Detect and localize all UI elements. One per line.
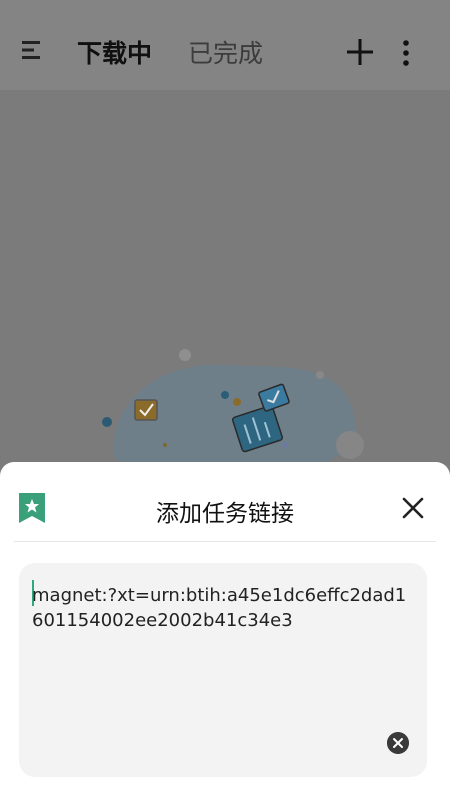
sheet-title: 添加任务链接 (156, 501, 294, 527)
task-link-value: magnet:?xt=urn:btih:a45e1dc6effc2dad1601… (32, 585, 407, 631)
close-icon[interactable] (402, 497, 424, 519)
task-link-input[interactable]: magnet:?xt=urn:btih:a45e1dc6effc2dad1601… (19, 563, 427, 777)
tab-completed[interactable]: 已完成 (188, 34, 263, 70)
empty-download-illustration (102, 349, 364, 480)
app-bar: 下载中 已完成 (0, 0, 450, 90)
plus-icon[interactable] (346, 38, 374, 66)
more-vert-icon[interactable] (400, 40, 412, 66)
divider (14, 541, 436, 542)
menu-icon[interactable] (22, 40, 44, 60)
clear-circle-icon[interactable] (387, 732, 409, 754)
tab-downloading[interactable]: 下载中 (77, 34, 152, 70)
sheet-header: 添加任务链接 (0, 462, 450, 542)
add-task-sheet: 添加任务链接 magnet:?xt=urn:btih:a45e1dc6effc2… (0, 462, 450, 800)
